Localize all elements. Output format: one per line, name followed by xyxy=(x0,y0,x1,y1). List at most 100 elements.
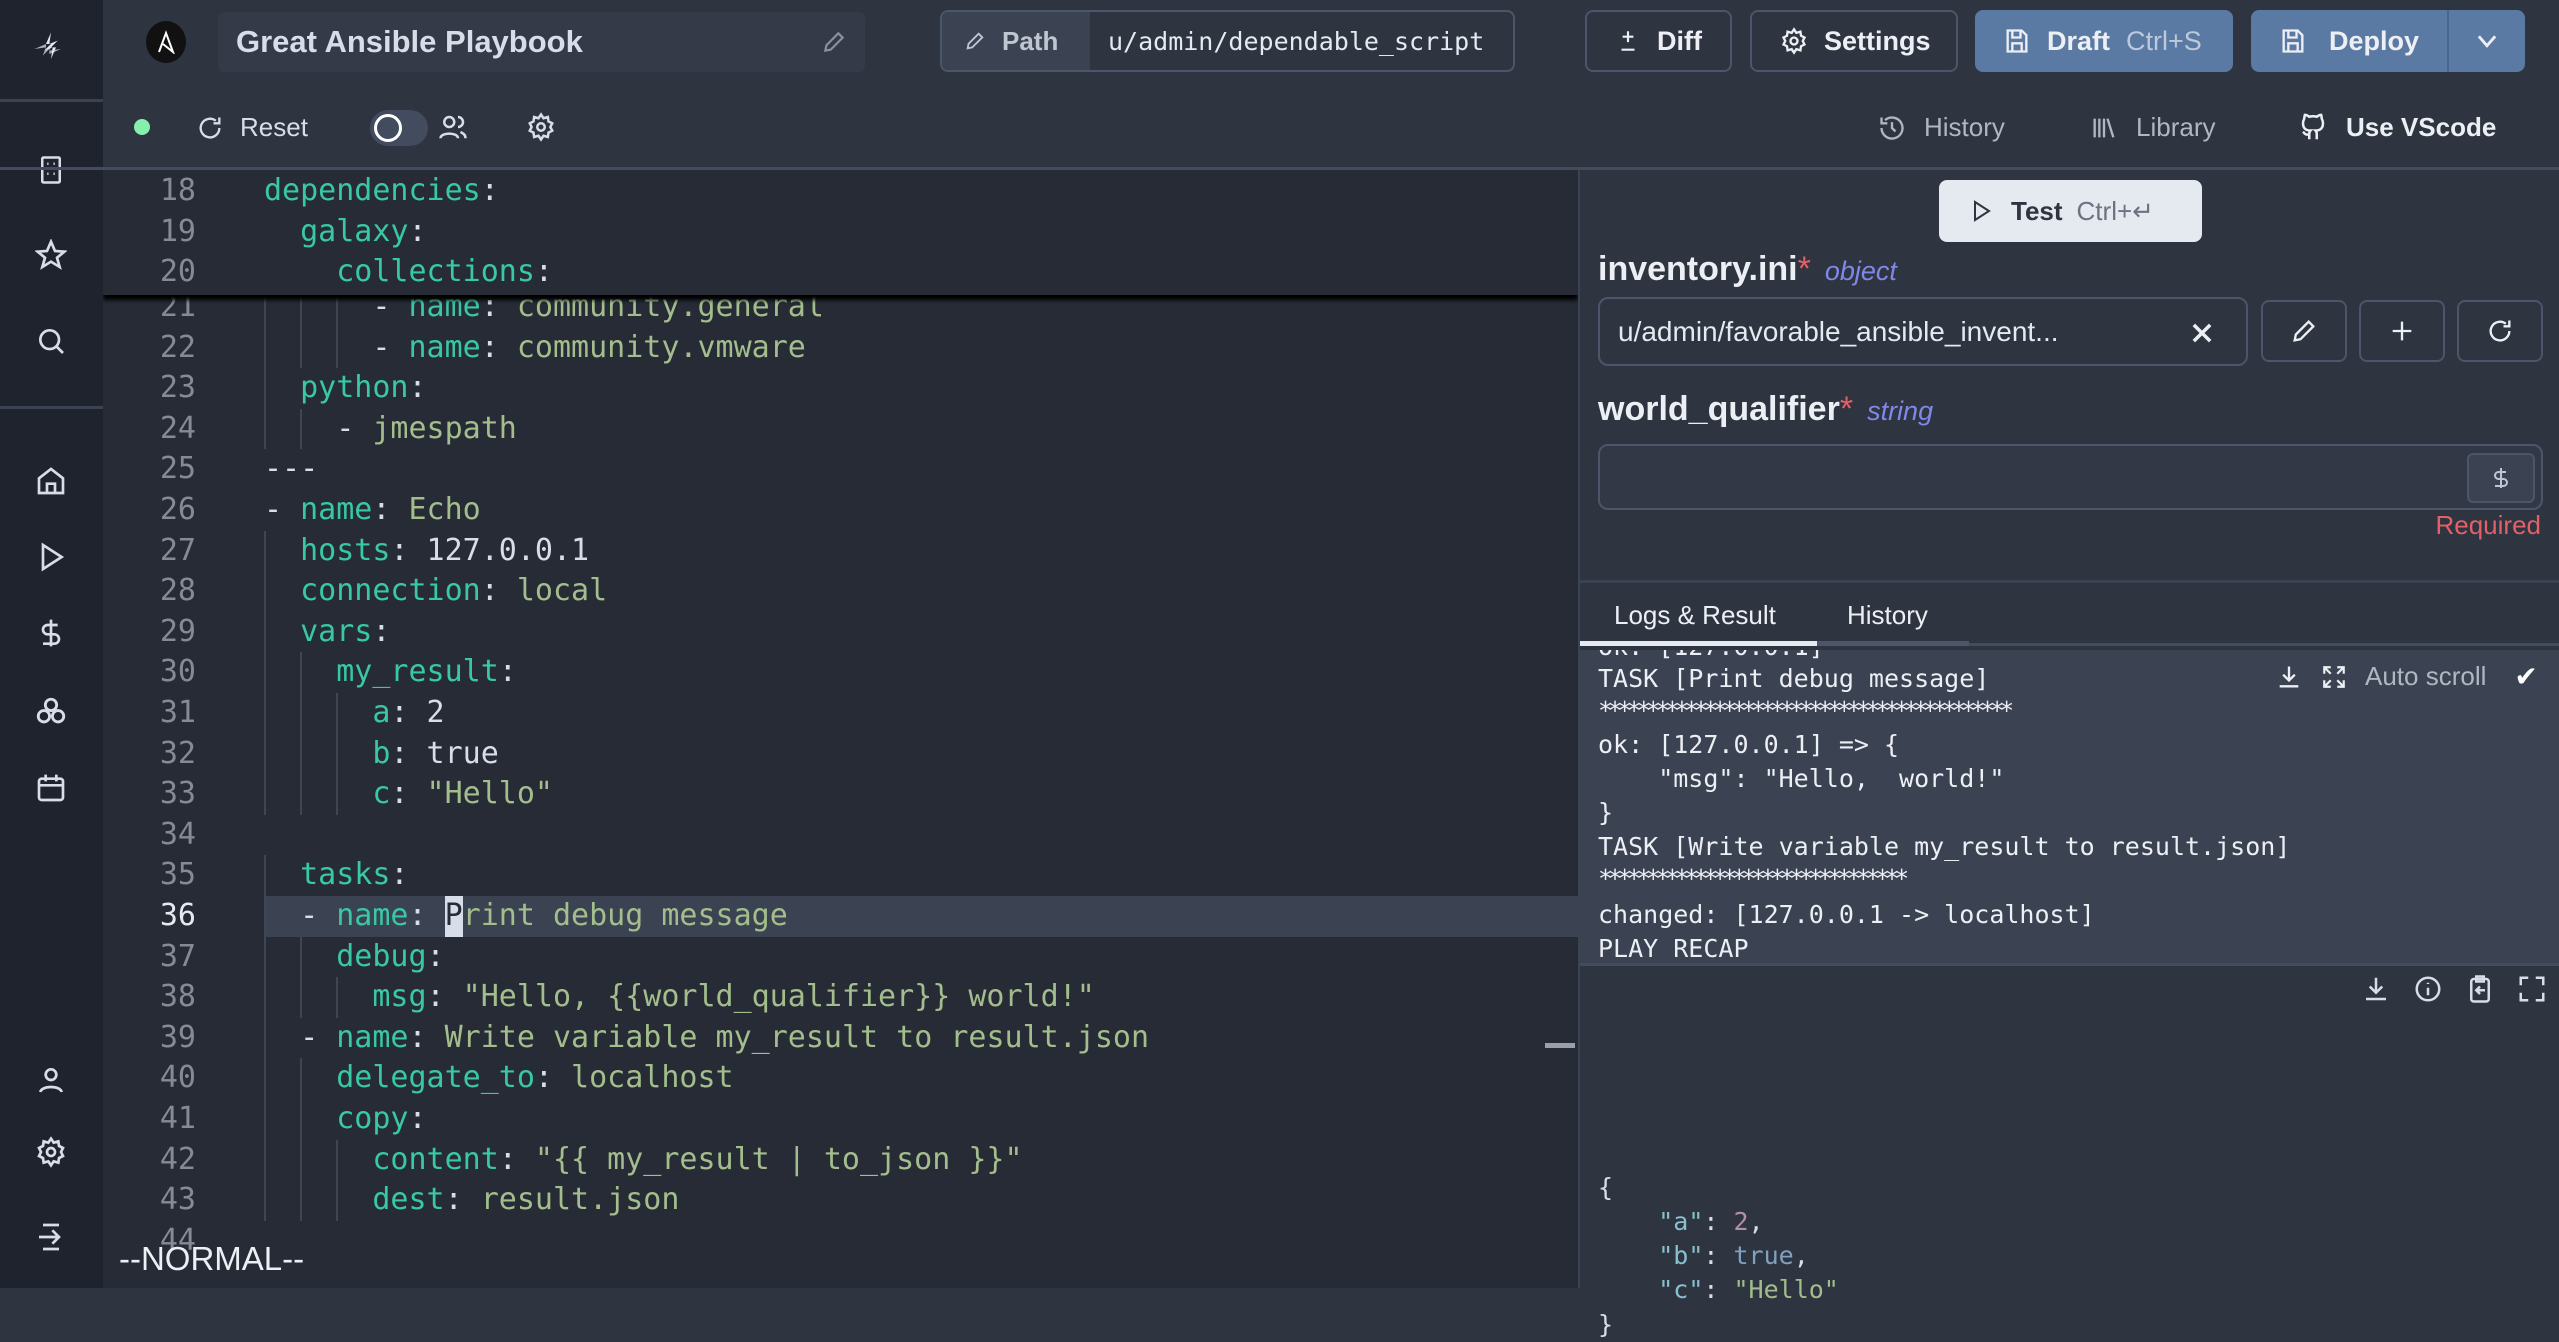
code-token: : xyxy=(390,857,409,893)
code-token: c xyxy=(372,776,391,812)
sticky-scroll-header[interactable]: 18 dependencies: 19 galaxy: 20 collections: xyxy=(103,170,1578,295)
sidebar-item-schedules-calendar-icon[interactable] xyxy=(31,768,71,808)
test-button[interactable]: Test Ctrl+↵ xyxy=(1939,180,2202,242)
sidebar-item-user-icon[interactable] xyxy=(31,1060,71,1100)
collaboration-toggle[interactable] xyxy=(370,110,428,146)
sidebar-item-search-icon[interactable] xyxy=(31,321,71,361)
code-line: 24 - jmespath xyxy=(103,408,1578,450)
refresh-resource-button[interactable] xyxy=(2457,300,2543,362)
tab-logs-result[interactable]: Logs & Result xyxy=(1580,600,1817,646)
variable-dollar-button[interactable] xyxy=(2467,453,2535,503)
line-content: connection: local xyxy=(264,571,607,612)
line-content: --- xyxy=(264,449,318,490)
code-token: true xyxy=(426,735,499,771)
download-icon[interactable] xyxy=(2361,974,2391,1004)
code-token: : xyxy=(480,173,499,208)
sidebar-item-runs-play-icon[interactable] xyxy=(31,537,71,577)
add-resource-button[interactable] xyxy=(2359,300,2445,362)
code-token: : xyxy=(408,1019,427,1055)
sidebar-item-home-icon[interactable] xyxy=(31,461,71,501)
line-number: 36 xyxy=(159,898,196,933)
edit-resource-button[interactable] xyxy=(2261,300,2347,362)
code-token: content xyxy=(372,1141,499,1177)
code-token: : xyxy=(372,492,391,527)
draft-button[interactable]: Draft Ctrl+S xyxy=(1975,10,2233,72)
path-value[interactable]: u/admin/dependable_script xyxy=(1090,12,1484,70)
code-editor[interactable]: 21- name: community.general 22- name: com… xyxy=(103,170,1578,1288)
settings-button[interactable]: Settings xyxy=(1750,10,1958,72)
editor-settings-gear-icon[interactable] xyxy=(526,112,556,142)
code-token: b xyxy=(372,735,391,771)
diff-button[interactable]: Diff xyxy=(1585,10,1732,72)
json-entry: "c": "Hello" xyxy=(1598,1273,1839,1307)
indent-guide xyxy=(300,252,336,293)
sidebar-item-resources-boxes-icon[interactable] xyxy=(31,692,71,732)
code-line: 31 a: 2 xyxy=(103,693,1578,734)
line-number: 30 xyxy=(159,654,196,690)
fullscreen-icon[interactable] xyxy=(2517,974,2547,1004)
code-token: : xyxy=(408,370,427,406)
code-token: collections xyxy=(336,254,535,290)
connection-status-dot xyxy=(134,119,150,135)
windmill-logo-icon[interactable] xyxy=(31,29,71,69)
line-content: tasks: xyxy=(264,855,408,896)
expand-icon[interactable] xyxy=(2321,664,2347,690)
sidebar-item-variables-dollar-icon[interactable] xyxy=(31,613,71,653)
edit-pencil-icon[interactable] xyxy=(821,29,847,55)
inventory-resource-picker[interactable]: u/admin/favorable_ansible_invent... xyxy=(1598,297,2248,366)
json-entry: "a": 2, xyxy=(1598,1205,1763,1239)
tab-history[interactable]: History xyxy=(1817,600,1969,646)
download-icon[interactable] xyxy=(2275,663,2303,691)
script-title-input[interactable]: Great Ansible Playbook xyxy=(218,12,865,72)
test-shortcut: Ctrl+↵ xyxy=(2076,195,2154,226)
indent-guide xyxy=(300,733,336,775)
indent-guide xyxy=(264,1058,300,1099)
library-button[interactable]: Library xyxy=(2090,112,2215,143)
sidebar-item-settings-icon[interactable] xyxy=(31,1132,71,1172)
line-number: 27 xyxy=(159,532,196,568)
deploy-button[interactable]: Deploy xyxy=(2251,10,2525,72)
draft-shortcut: Ctrl+S xyxy=(2126,25,2202,56)
world-qualifier-input[interactable] xyxy=(1598,444,2543,510)
scrollbar-marker[interactable] xyxy=(1545,1043,1575,1048)
auto-scroll-checkbox[interactable]: ✔ xyxy=(2514,660,2537,693)
code-token: dependencies xyxy=(264,173,481,208)
code-token: debug xyxy=(336,938,427,974)
colon: : xyxy=(1703,1207,1734,1236)
line-content: - name: Print debug message xyxy=(264,896,788,937)
path-input[interactable]: Path u/admin/dependable_script xyxy=(940,10,1515,72)
code-token: name xyxy=(408,329,481,365)
users-icon xyxy=(438,112,468,142)
line-content: dependencies: xyxy=(264,171,499,212)
logs-output[interactable]: ok: [127.0.0.1]TASK [Print debug message… xyxy=(1580,650,2559,963)
test-label: Test xyxy=(2011,195,2063,226)
deploy-dropdown-chevron-down-icon[interactable] xyxy=(2447,10,2525,72)
code-token: - xyxy=(372,329,409,365)
line-content: - name: Echo xyxy=(264,490,481,531)
use-vscode-button[interactable]: Use VScode xyxy=(2298,112,2496,143)
sidebar-item-favorites-star-icon[interactable] xyxy=(31,235,71,275)
code-line: 33 c: "Hello" xyxy=(103,774,1578,815)
code-line: 30 my_result: xyxy=(103,652,1578,693)
code-token: local xyxy=(516,573,608,609)
code-token: : xyxy=(498,654,517,690)
indent-guide xyxy=(264,1017,300,1059)
line-number: 40 xyxy=(159,1060,196,1096)
code-line: 40 delegate_to: localhost xyxy=(103,1058,1578,1099)
line-content: content: "{{ my_result | to_json }}" xyxy=(264,1139,1023,1181)
sidebar-item-logout-icon[interactable] xyxy=(31,1217,71,1257)
pencil-icon xyxy=(2290,317,2318,345)
info-icon[interactable] xyxy=(2413,974,2443,1004)
reset-button[interactable]: Reset xyxy=(196,112,308,143)
history-button[interactable]: History xyxy=(1878,112,2005,143)
code-line: 39 - name: Write variable my_result to re… xyxy=(103,1017,1578,1059)
test-panel: Test Ctrl+↵ inventory.ini* object u/admin… xyxy=(1578,170,2559,1339)
clear-x-icon[interactable] xyxy=(2188,319,2216,347)
clipboard-copy-icon[interactable] xyxy=(2465,974,2495,1004)
